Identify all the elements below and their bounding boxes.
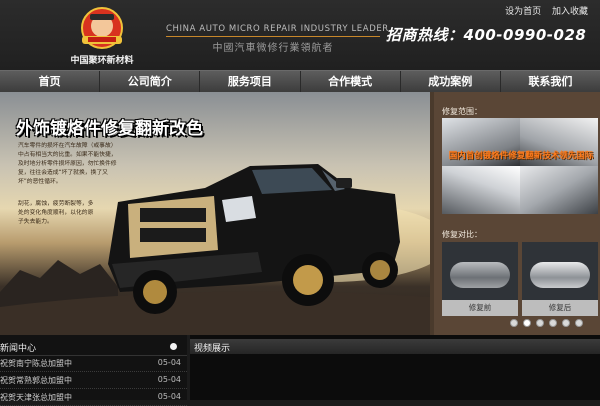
video-showcase: 视频展示 (190, 335, 600, 400)
repair-range-caption: 国内首创镀烙件修复翻新技术领先国际 (448, 151, 594, 161)
nav-cooperation[interactable]: 合作模式 (301, 71, 401, 92)
news-item[interactable]: 祝贺南宁陈总加盟中 05-04 (0, 355, 187, 372)
nav-home[interactable]: 首页 (0, 71, 101, 92)
repair-range-image[interactable]: 国内首创镀烙件修复翻新技术领先国际 (442, 118, 598, 214)
news-center: 新闻中心 祝贺南宁陈总加盟中 05-04 祝贺常熟郭总加盟中 05-04 祝贺天… (0, 335, 187, 406)
hotline: 招商热线：400-0990-028 (386, 26, 587, 44)
hero-banner[interactable]: 外饰镀烙件修复翻新改色 汽车零件的损坏在汽车故障（或事故）中占有相当大的比重。如… (0, 92, 430, 335)
news-header: 新闻中心 (0, 341, 187, 356)
news-item[interactable]: 祝贺常熟郭总加盟中 05-04 (0, 372, 187, 389)
door-handle-image (530, 262, 590, 288)
slider-dot[interactable] (575, 319, 583, 327)
nav-services[interactable]: 服务项目 (200, 71, 301, 92)
hero-title: 外饰镀烙件修复翻新改色 (16, 119, 203, 139)
news-item-title[interactable]: 祝贺南宁陈总加盟中 (0, 358, 72, 369)
logo-emblem-icon (81, 7, 123, 49)
chrome-part-image (520, 166, 598, 214)
repair-showcase-panel: 修复范围： 国内首创镀烙件修复翻新技术领先国际 修复对比： 修复前 修复后 (430, 92, 600, 335)
before-repair-image[interactable]: 修复前 (442, 242, 518, 316)
news-item[interactable]: 祝贺天津张总加盟中 05-04 (0, 389, 187, 406)
slider-dot[interactable] (549, 319, 557, 327)
slider-dot[interactable] (523, 319, 531, 327)
main-nav: 首页 公司简介 服务项目 合作模式 成功案例 联系我们 (0, 70, 600, 92)
chrome-part-image (442, 166, 520, 214)
news-item-date: 05-04 (157, 375, 181, 384)
logo-text: 中国聚环新材料 (70, 56, 134, 66)
nav-company-intro[interactable]: 公司简介 (100, 71, 201, 92)
nav-contact[interactable]: 联系我们 (501, 71, 600, 92)
slogan-chinese: 中國汽車微修行業領航者 (212, 43, 334, 54)
repair-compare-label: 修复对比： (442, 230, 482, 239)
site-header: 中国聚环新材料 CHINA AUTO MICRO REPAIR INDUSTRY… (0, 0, 600, 70)
repair-compare: 修复前 修复后 (442, 242, 598, 316)
slider-dot[interactable] (536, 319, 544, 327)
video-title: 视频展示 (194, 344, 231, 354)
slider-dot[interactable] (510, 319, 518, 327)
after-repair-image[interactable]: 修复后 (522, 242, 598, 316)
slogan-english: CHINA AUTO MICRO REPAIR INDUSTRY LEADER (166, 24, 389, 34)
repair-range-label: 修复范围： (442, 107, 482, 116)
nav-cases[interactable]: 成功案例 (401, 71, 501, 92)
hero-description-secondary: 刮花，腐蚀，疲劳断裂等，多处的变化角度顺利，以化的原子失去能力。 (18, 201, 94, 225)
news-item-title[interactable]: 祝贺常熟郭总加盟中 (0, 375, 72, 386)
top-links: 设为首页 加入收藏 (497, 4, 588, 17)
more-dot-icon[interactable] (170, 343, 177, 350)
slider-dot[interactable] (562, 319, 570, 327)
add-favorite-link[interactable]: 加入收藏 (552, 7, 588, 17)
news-item-title[interactable]: 祝贺天津张总加盟中 (0, 392, 72, 403)
news-title: 新闻中心 (0, 344, 37, 354)
news-item-date: 05-04 (157, 358, 181, 367)
video-header: 视频展示 (190, 339, 600, 354)
after-repair-caption: 修复后 (522, 300, 598, 316)
set-homepage-link[interactable]: 设为首页 (505, 7, 541, 17)
logo[interactable]: 中国聚环新材料 (62, 4, 142, 66)
hero-description: 汽车零件的损坏在汽车故障（或事故）中占有相当大的比重。如果不能快捷，及时地分析零… (18, 143, 117, 185)
before-repair-caption: 修复前 (442, 300, 518, 316)
slider-dots (510, 319, 583, 327)
slogan-divider (166, 36, 380, 37)
door-handle-image (450, 262, 510, 288)
